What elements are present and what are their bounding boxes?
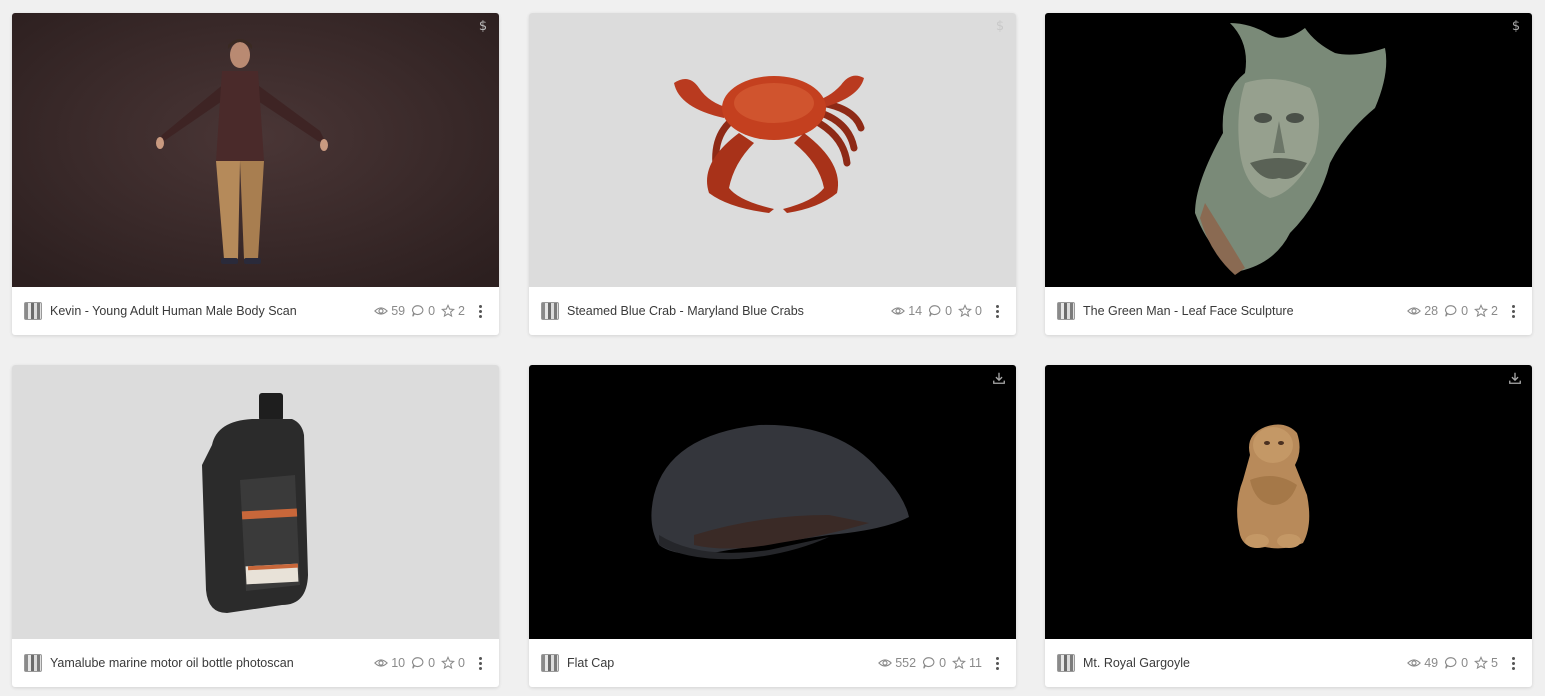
views-count: 49 [1407, 656, 1438, 670]
download-icon[interactable] [992, 371, 1008, 387]
model-title[interactable]: Kevin - Young Adult Human Male Body Scan [50, 304, 368, 318]
dollar-icon: $ [995, 19, 1005, 34]
star-icon [441, 304, 456, 318]
model-title[interactable]: Mt. Royal Gargoyle [1083, 656, 1401, 670]
dollar-icon: $ [478, 19, 488, 34]
more-vertical-icon[interactable] [1506, 301, 1520, 321]
star-icon [958, 304, 973, 318]
avatar[interactable] [24, 654, 42, 672]
flat-cap-image [529, 365, 1016, 639]
comments-count: 0 [928, 304, 952, 318]
views-count: 14 [891, 304, 922, 318]
model-thumbnail[interactable] [529, 365, 1016, 639]
model-thumbnail[interactable] [1045, 365, 1532, 639]
model-card[interactable]: Flat Cap 552 0 11 [529, 365, 1016, 687]
model-title[interactable]: The Green Man - Leaf Face Sculpture [1083, 304, 1401, 318]
eye-icon [891, 307, 906, 315]
likes-count[interactable]: 2 [441, 304, 465, 318]
more-vertical-icon[interactable] [990, 301, 1004, 321]
comment-icon [1445, 657, 1457, 669]
model-title[interactable]: Yamalube marine motor oil bottle photosc… [50, 656, 368, 670]
avatar[interactable] [1057, 302, 1075, 320]
model-title[interactable]: Steamed Blue Crab - Maryland Blue Crabs [567, 304, 885, 318]
avatar[interactable] [541, 302, 559, 320]
avatar[interactable] [24, 302, 42, 320]
star-icon [1474, 656, 1489, 670]
star-icon [952, 656, 966, 670]
more-vertical-icon[interactable] [990, 653, 1004, 673]
likes-count[interactable]: 11 [952, 656, 982, 670]
star-icon [441, 656, 456, 670]
comment-icon [412, 657, 424, 669]
eye-icon [1407, 659, 1422, 667]
more-vertical-icon[interactable] [1506, 653, 1520, 673]
comments-count: 0 [922, 656, 946, 670]
model-card[interactable]: $ The Green Man - Leaf Face Sculpture 28… [1045, 13, 1532, 335]
eye-icon [878, 659, 893, 667]
likes-count[interactable]: 5 [1474, 656, 1498, 670]
views-count: 10 [374, 656, 405, 670]
model-card[interactable]: Mt. Royal Gargoyle 49 0 5 [1045, 365, 1532, 687]
comment-icon [1445, 305, 1457, 317]
gargoyle-image [1045, 365, 1532, 639]
avatar[interactable] [541, 654, 559, 672]
human-scan-image [12, 13, 499, 287]
model-card[interactable]: Yamalube marine motor oil bottle photosc… [12, 365, 499, 687]
comments-count: 0 [411, 656, 435, 670]
eye-icon [1407, 307, 1422, 315]
comments-count: 0 [411, 304, 435, 318]
comment-icon [923, 657, 935, 669]
crab-image [529, 13, 1016, 287]
likes-count[interactable]: 0 [441, 656, 465, 670]
model-thumbnail[interactable] [12, 365, 499, 639]
oil-bottle-image [12, 365, 499, 639]
model-title[interactable]: Flat Cap [567, 656, 872, 670]
model-thumbnail[interactable]: $ [1045, 13, 1532, 287]
download-icon[interactable] [1508, 371, 1524, 387]
eye-icon [374, 659, 389, 667]
dollar-icon: $ [1511, 19, 1521, 34]
likes-count[interactable]: 2 [1474, 304, 1498, 318]
avatar[interactable] [1057, 654, 1075, 672]
views-count: 28 [1407, 304, 1438, 318]
more-vertical-icon[interactable] [473, 653, 487, 673]
comment-icon [412, 305, 424, 317]
model-thumbnail[interactable]: $ [12, 13, 499, 287]
sculpture-image [1045, 13, 1532, 287]
eye-icon [374, 307, 389, 315]
comments-count: 0 [1444, 656, 1468, 670]
star-icon [1474, 304, 1489, 318]
more-vertical-icon[interactable] [473, 301, 487, 321]
comments-count: 0 [1444, 304, 1468, 318]
comment-icon [929, 305, 941, 317]
model-card[interactable]: $ Steamed Blue Crab - Maryland Blue Crab… [529, 13, 1016, 335]
likes-count[interactable]: 0 [958, 304, 982, 318]
model-card[interactable]: $ Kevin - Young Adult Human Male Body Sc… [12, 13, 499, 335]
model-thumbnail[interactable]: $ [529, 13, 1016, 287]
views-count: 552 [878, 656, 916, 670]
views-count: 59 [374, 304, 405, 318]
